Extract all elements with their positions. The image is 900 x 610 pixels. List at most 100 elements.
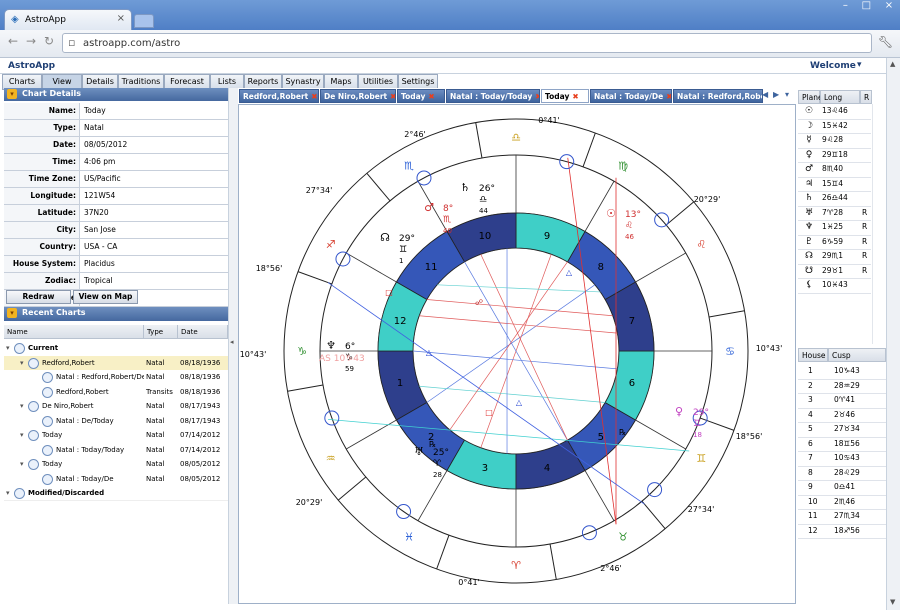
house-row[interactable]: 11 27♏34 — [798, 509, 886, 525]
chart-tab[interactable]: Natal : Today/Today✖ — [446, 89, 540, 103]
close-window-icon[interactable]: × — [885, 0, 893, 16]
welcome-dropdown-icon[interactable]: ▾ — [857, 60, 862, 70]
planet-row[interactable]: ♇ 6♑59 R — [798, 235, 871, 250]
tree-item[interactable]: ▾ Redford,Robert Natal 08/18/1936 — [4, 355, 228, 370]
close-tab-icon[interactable]: ✖ — [428, 92, 434, 101]
wrench-icon[interactable]: 🔧︎ — [878, 35, 893, 49]
page-scrollbar[interactable]: ▲ ▼ — [886, 58, 900, 610]
house-number: 8 — [808, 467, 813, 477]
tree-item[interactable]: ▾ Modified/Discarded — [4, 486, 228, 500]
tree-item[interactable]: ▾ Current — [4, 341, 228, 355]
close-tab-icon[interactable]: ✖ — [390, 92, 395, 101]
tree-item[interactable]: Natal : De/Today Natal 08/17/1943 — [4, 414, 228, 428]
house-row[interactable]: 12 18♐56 — [798, 524, 886, 539]
collapse-left-icon[interactable]: ◂ — [230, 338, 234, 346]
house-row[interactable]: 4 2♉46 — [798, 408, 886, 423]
tree-item[interactable]: Natal : Today/Today Natal 07/14/2012 — [4, 443, 228, 457]
close-tab-icon[interactable]: × — [117, 13, 125, 24]
tree-item[interactable]: Natal : Today/De Natal 08/05/2012 — [4, 472, 228, 486]
expand-icon[interactable]: ▾ — [20, 428, 24, 442]
planet-retrograde: R — [862, 251, 868, 260]
planet-row[interactable]: ☽ 15♓42 — [798, 119, 871, 134]
expand-icon[interactable]: ▾ — [20, 399, 24, 413]
expand-icon[interactable]: ▾ — [6, 341, 10, 355]
tree-item[interactable]: ▾ Today Natal 07/14/2012 — [4, 428, 228, 442]
tree-item[interactable]: ▾ De Niro,Robert Natal 08/17/1943 — [4, 399, 228, 413]
close-tab-icon[interactable]: ✖ — [666, 92, 671, 101]
house-number-label: 3 — [482, 463, 488, 474]
col-long[interactable]: Long — [820, 90, 860, 104]
chart-tab[interactable]: Redford,Robert ✖ — [239, 89, 319, 103]
chart-tab[interactable]: Natal : Redford,Robert/D✖ — [673, 89, 763, 103]
planet-row[interactable]: ♃ 15♊4 — [798, 177, 871, 192]
chart-wheel[interactable]: ♈♉♊♋♌♍♎♏♐♑♒♓123 4567891011120°41'2°46'20°… — [239, 105, 795, 603]
chart-tab[interactable]: Natal : Today/De ✖ — [590, 89, 672, 103]
welcome-menu[interactable]: Welcome — [810, 61, 856, 71]
maximize-icon[interactable]: □ — [862, 0, 871, 16]
expand-icon[interactable]: ▾ — [20, 457, 24, 471]
detail-label: Country: — [4, 239, 80, 255]
house-row[interactable]: 9 0♎41 — [798, 480, 886, 496]
col-name[interactable]: Name — [4, 325, 144, 339]
col-r[interactable]: R — [860, 90, 872, 104]
collapse-icon[interactable]: ▾ — [7, 89, 17, 99]
close-tab-icon[interactable]: ✖ — [572, 92, 578, 101]
browser-tab[interactable]: ◈ AstroApp × — [4, 9, 132, 31]
col-house[interactable]: House — [798, 348, 828, 362]
detail-value: 37N20 — [84, 208, 109, 217]
back-icon[interactable]: ← — [8, 34, 18, 48]
chart-node-icon — [42, 386, 53, 398]
planet-row[interactable]: ♆ 1♓25 R — [798, 220, 871, 236]
planet-row[interactable]: ♄ 26♎44 — [798, 191, 871, 207]
tab-list-icon[interactable]: ▾ — [785, 90, 789, 99]
chart-tab[interactable]: Today ✖ — [397, 89, 445, 103]
chart-wheel-panel[interactable]: ♈ ♉ ♊ ♋ ♌ ♍ ♎ ♏ ♐ ♑ ♒ ♓ 1 2 3 4 5 6 7 8 9 10 11 12 0°41' 2°46' 20°… — [238, 104, 796, 604]
planet-row[interactable]: ♂ 8♏40 — [798, 162, 871, 178]
planet-row[interactable]: ☿ 9♌28 — [798, 133, 871, 149]
collapse-icon[interactable]: ▾ — [7, 308, 17, 318]
close-tab-icon[interactable]: ✖ — [535, 92, 539, 101]
house-row[interactable]: 6 18♊56 — [798, 437, 886, 452]
address-bar[interactable]: ▫ astroapp.com/astro — [62, 33, 872, 53]
house-cusp-line — [635, 252, 686, 283]
house-row[interactable]: 7 10♋43 — [798, 451, 886, 467]
col-type[interactable]: Type — [144, 325, 178, 339]
planet-row[interactable]: ☋ 29♉1 R — [798, 264, 871, 279]
planet-row[interactable]: ⚸ 10♓43 — [798, 278, 871, 294]
house-row[interactable]: 3 0♈41 — [798, 393, 886, 409]
reload-icon[interactable]: ↻ — [44, 34, 54, 48]
close-tab-icon[interactable]: ✖ — [311, 92, 317, 101]
house-row[interactable]: 2 28♒29 — [798, 379, 886, 394]
planet-row[interactable]: ☊ 29♏1 R — [798, 249, 871, 265]
chart-tab[interactable]: Today ✖ — [541, 89, 589, 103]
new-tab-button[interactable] — [134, 14, 154, 28]
col-date[interactable]: Date — [178, 325, 228, 339]
tab-scroll-right-icon[interactable]: ▶ — [773, 90, 779, 99]
degree-label: 18°56' — [736, 432, 763, 441]
house-row[interactable]: 1 10♑43 — [798, 364, 886, 380]
house-row[interactable]: 5 27♉34 — [798, 422, 886, 438]
chart-tab[interactable]: De Niro,Robert ✖ — [320, 89, 396, 103]
planet-row[interactable]: ♀ 29♊18 — [798, 148, 871, 163]
tab-scroll-left-icon[interactable]: ◀ — [762, 90, 768, 99]
forward-icon[interactable]: → — [26, 34, 36, 48]
house-row[interactable]: 8 28♌29 — [798, 466, 886, 481]
tree-item[interactable]: Redford,Robert Transits 08/18/1936 — [4, 385, 228, 399]
col-planet[interactable]: Planet — [798, 90, 826, 104]
planet-row[interactable]: ♅ 7♈28 R — [798, 206, 871, 221]
scroll-down-icon[interactable]: ▼ — [890, 598, 895, 606]
planet-row[interactable]: ☉ 13♌46 — [798, 104, 871, 120]
expand-icon[interactable]: ▾ — [20, 356, 24, 370]
scroll-up-icon[interactable]: ▲ — [890, 60, 895, 68]
panel-splitter[interactable]: ◂ — [228, 88, 238, 604]
tree-item[interactable]: ▾ Today Natal 08/05/2012 — [4, 457, 228, 471]
col-cusp[interactable]: Cusp — [828, 348, 886, 362]
expand-icon[interactable]: ▾ — [6, 486, 10, 500]
redraw-button[interactable]: Redraw — [6, 290, 71, 304]
tree-item[interactable]: Natal : Redford,Robert/De Natal 08/18/1936 — [4, 370, 228, 384]
minimize-icon[interactable]: – — [843, 0, 848, 16]
tree-item-name: Natal : Today/Today — [56, 445, 125, 454]
view-on-map-button[interactable]: View on Map — [73, 290, 138, 304]
house-row[interactable]: 10 2♏46 — [798, 495, 886, 510]
tree-item-name: Natal : De/Today — [56, 416, 114, 425]
